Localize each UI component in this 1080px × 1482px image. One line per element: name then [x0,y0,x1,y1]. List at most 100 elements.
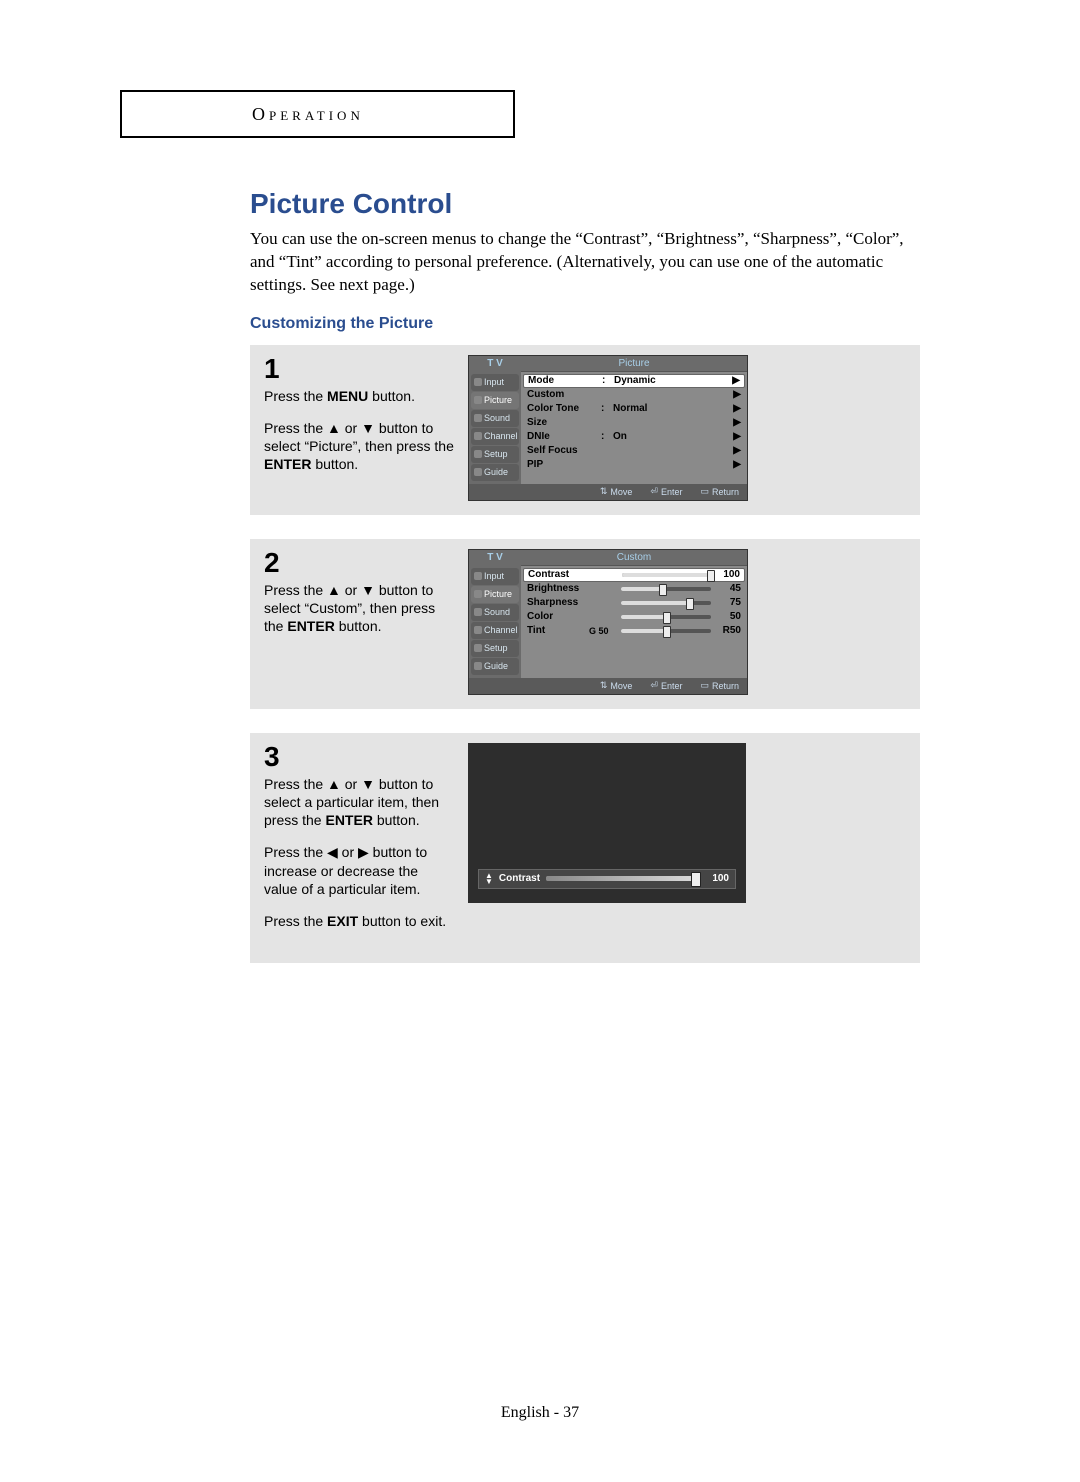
sidebar-item-guide[interactable]: Guide [471,658,519,675]
step-3-p2: Press the ◀ or ▶ button to increase or d… [264,843,454,898]
enter-icon: ⏎ [650,486,658,497]
slider-handle[interactable] [691,872,701,887]
footer-enter: ⏎Enter [650,486,682,497]
slider-sharpness[interactable]: Sharpness75 [523,596,745,610]
chevron-right-icon: ▶ [731,445,741,456]
sidebar-item-channel[interactable]: Channel [471,428,519,445]
contrast-label: Contrast [499,873,540,884]
osd-footer: ⇅Move ⏎Enter ▭Return [469,484,747,500]
sidebar-item-setup[interactable]: Setup [471,446,519,463]
osd-main-sliders: Contrast100 Brightness45 Sharpness75 Col… [521,566,747,678]
osd-panel-custom: T V Custom Input Picture Sound Channel S… [468,549,748,695]
picture-icon [474,396,482,404]
slider-track[interactable] [621,587,711,591]
chevron-right-icon: ▶ [731,403,741,414]
osd-sidebar: Input Picture Sound Channel Setup Guide [469,566,521,678]
menu-row-size[interactable]: Size▶ [523,416,745,430]
step-3-text: 3 Press the ▲ or ▼ button to select a pa… [264,743,454,949]
sidebar-item-channel[interactable]: Channel [471,622,519,639]
contrast-bar[interactable]: ▲▼ Contrast 100 [478,869,736,889]
osd-footer: ⇅Move ⏎Enter ▭Return [469,678,747,694]
guide-icon [474,468,482,476]
step-1-number: 1 [264,355,454,383]
step-1-p1: Press the MENU button. [264,387,454,405]
intro-paragraph: You can use the on-screen menus to chang… [250,228,920,297]
picture-icon [474,590,482,598]
chevron-right-icon: ▶ [731,431,741,442]
channel-icon [474,432,482,440]
updown-icon: ⇅ [600,680,608,691]
return-icon: ▭ [700,680,709,691]
sidebar-item-guide[interactable]: Guide [471,464,519,481]
footer-move: ⇅Move [600,486,633,497]
slider-track[interactable] [621,615,711,619]
menu-row-color-tone[interactable]: Color Tone:Normal▶ [523,402,745,416]
guide-icon [474,662,482,670]
sound-icon [474,414,482,422]
slider-handle[interactable] [663,626,671,638]
slider-brightness[interactable]: Brightness45 [523,582,745,596]
footer-enter: ⏎Enter [650,680,682,691]
setup-icon [474,450,482,458]
sidebar-item-input[interactable]: Input [471,374,519,391]
menu-row-self-focus[interactable]: Self Focus▶ [523,444,745,458]
subheading: Customizing the Picture [250,315,920,333]
menu-row-dnie[interactable]: DNIe:On▶ [523,430,745,444]
step-1-text: 1 Press the MENU button. Press the ▲ or … [264,355,454,501]
osd-contrast-adjust: ▲▼ Contrast 100 [468,743,746,903]
osd-title-picture: Picture [521,356,747,372]
chevron-right-icon: ▶ [730,375,740,386]
step-3-p1: Press the ▲ or ▼ button to select a part… [264,775,454,830]
menu-row-custom[interactable]: Custom▶ [523,388,745,402]
slider-track[interactable] [546,876,699,881]
sidebar-item-picture[interactable]: Picture [471,392,519,409]
step-1: 1 Press the MENU button. Press the ▲ or … [250,345,920,515]
osd-main: Mode:Dynamic▶ Custom▶ Color Tone:Normal▶… [521,372,747,484]
step-2-number: 2 [264,549,454,577]
step-2: 2 Press the ▲ or ▼ button to select “Cus… [250,539,920,709]
slider-handle[interactable] [663,612,671,624]
footer-return: ▭Return [700,486,739,497]
osd-title-custom: Custom [521,550,747,566]
slider-handle[interactable] [659,584,667,596]
osd-title-tv: T V [469,356,521,372]
slider-contrast[interactable]: Contrast100 [523,568,745,582]
contrast-value: 100 [705,873,729,884]
updown-icon: ▲▼ [485,873,493,885]
menu-row-pip[interactable]: PIP▶ [523,458,745,472]
chevron-right-icon: ▶ [731,389,741,400]
step-1-p2: Press the ▲ or ▼ button to select “Pictu… [264,419,454,474]
slider-handle[interactable] [686,598,694,610]
setup-icon [474,644,482,652]
menu-row-mode[interactable]: Mode:Dynamic▶ [523,374,745,388]
sidebar-item-sound[interactable]: Sound [471,410,519,427]
slider-track[interactable] [621,629,711,633]
header-box: Operation [120,90,515,138]
sidebar-item-picture[interactable]: Picture [471,586,519,603]
slider-tint[interactable]: TintG 50R50 [523,624,745,638]
updown-icon: ⇅ [600,486,608,497]
sidebar-item-setup[interactable]: Setup [471,640,519,657]
header-label: Operation [252,104,364,125]
sidebar-item-sound[interactable]: Sound [471,604,519,621]
osd-sidebar: Input Picture Sound Channel Setup Guide [469,372,521,484]
footer-move: ⇅Move [600,680,633,691]
slider-track[interactable] [621,601,711,605]
slider-color[interactable]: Color50 [523,610,745,624]
sidebar-item-input[interactable]: Input [471,568,519,585]
chevron-right-icon: ▶ [731,459,741,470]
osd-panel-picture: T V Picture Input Picture Sound Channel … [468,355,748,501]
return-icon: ▭ [700,486,709,497]
osd-title-tv: T V [469,550,521,566]
enter-icon: ⏎ [650,680,658,691]
step-3-p3: Press the EXIT button to exit. [264,912,454,930]
step-3-number: 3 [264,743,454,771]
channel-icon [474,626,482,634]
step-3: 3 Press the ▲ or ▼ button to select a pa… [250,733,920,963]
slider-track[interactable] [622,573,710,577]
slider-handle[interactable] [707,570,715,582]
sound-icon [474,608,482,616]
footer-return: ▭Return [700,680,739,691]
page-title: Picture Control [250,188,920,220]
step-2-text: 2 Press the ▲ or ▼ button to select “Cus… [264,549,454,695]
